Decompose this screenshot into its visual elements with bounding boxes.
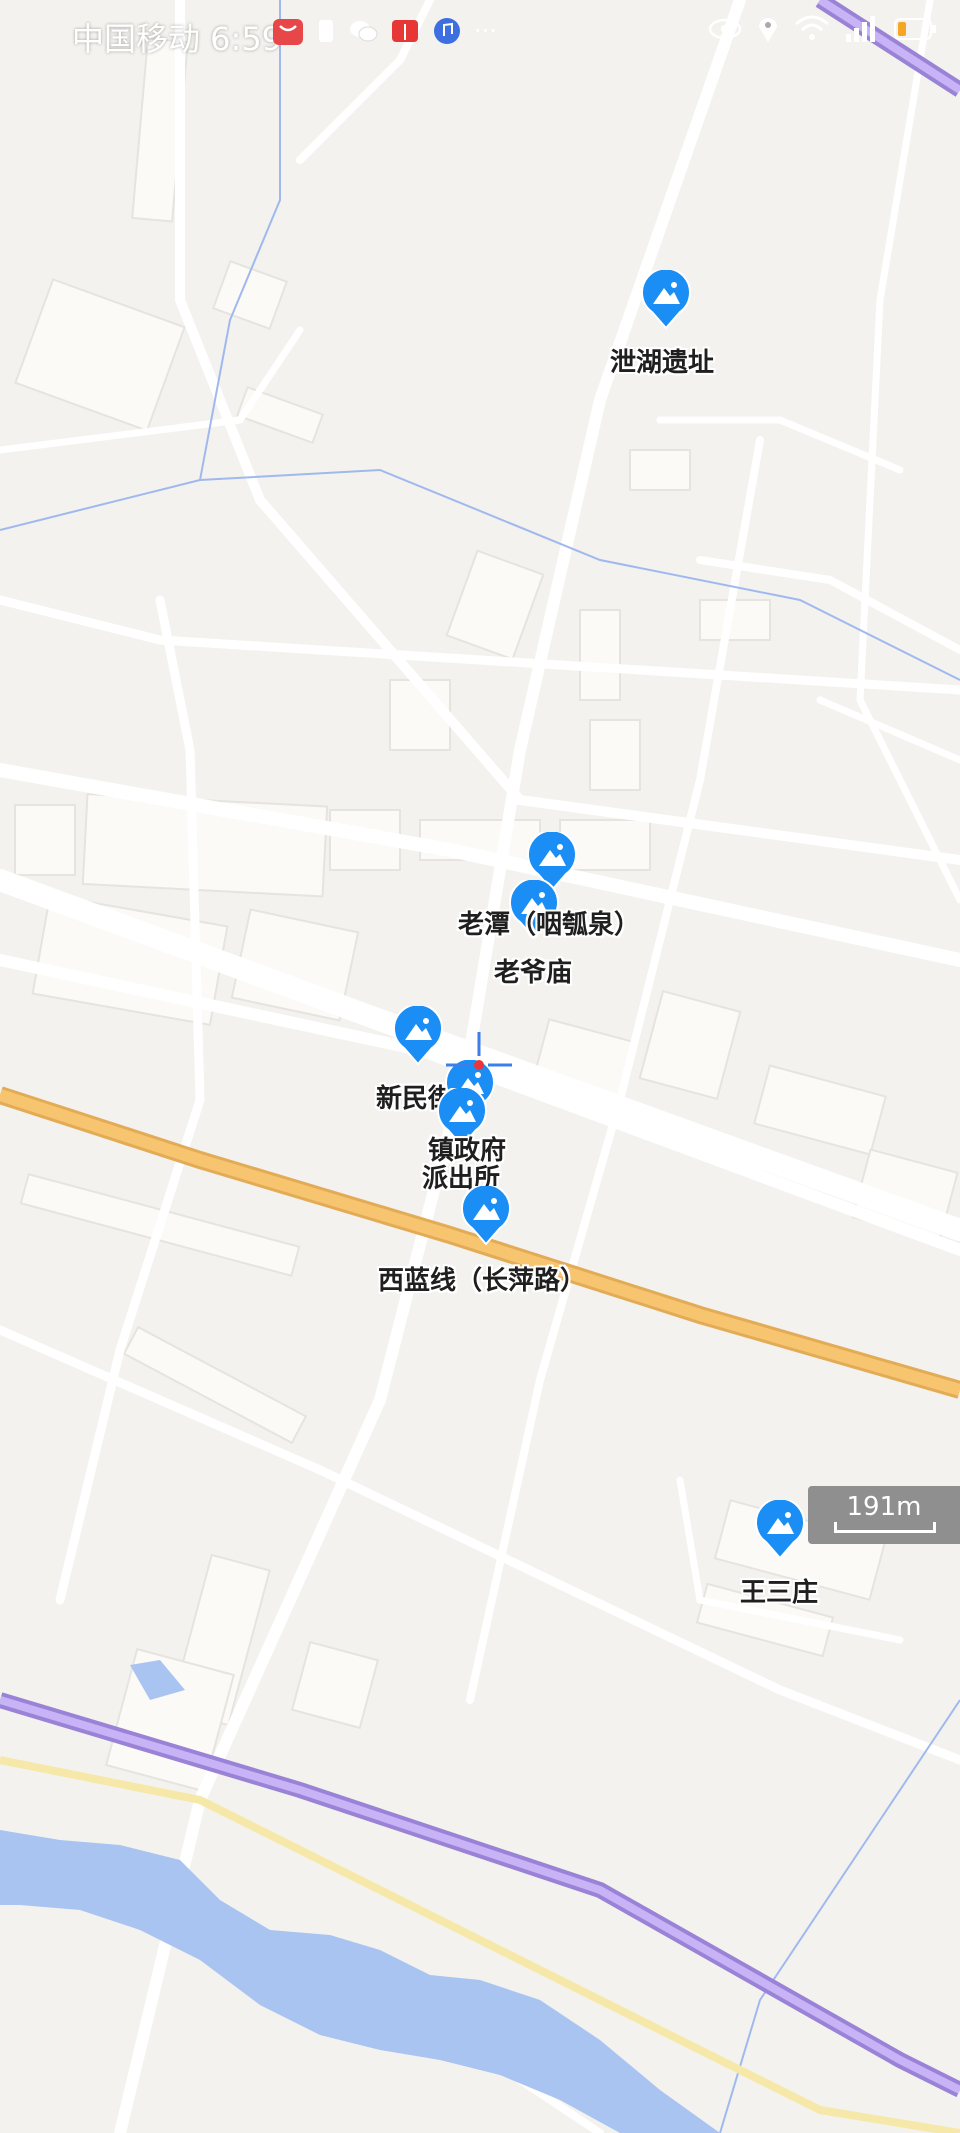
music-app-icon [434, 18, 460, 44]
eye-comfort-icon [708, 18, 742, 40]
poi-label: 泄湖遗址 [610, 348, 715, 378]
scenic-pin-icon [461, 1186, 511, 1246]
poi-label: 西蓝线（长萍路） [378, 1266, 587, 1296]
poi-label-laoyemiao[interactable]: 老爷庙 [494, 952, 572, 989]
notification-icons: ··· [272, 16, 497, 46]
shopping-app-icon [273, 19, 303, 45]
map-viewport[interactable]: 中国移动 6:59 ··· 泄湖遗址 老潭（咽瓠泉） 老爷庙 新民街 镇政府 派… [0, 0, 960, 2133]
battery-icon [894, 18, 936, 40]
wifi-icon [795, 15, 829, 40]
system-icons [708, 14, 938, 44]
carrier-time: 中国移动 6:59 [72, 20, 283, 58]
book-app-icon [392, 20, 418, 42]
more-notifications: ··· [474, 17, 497, 45]
sim-icon [319, 20, 333, 42]
scenic-pin-icon [393, 1006, 443, 1066]
wechat-icon [350, 21, 378, 42]
signal-icon [846, 16, 875, 42]
center-crosshair-icon [446, 1032, 512, 1070]
location-icon [759, 17, 777, 42]
status-bar: 中国移动 6:59 ··· [0, 0, 960, 64]
scale-indicator: 191m [808, 1486, 960, 1544]
scenic-pin-icon [755, 1500, 805, 1560]
poi-label: 王三庄 [740, 1578, 819, 1608]
scenic-pin-icon [641, 270, 691, 330]
scale-label: 191m [846, 1492, 922, 1522]
poi-label-laotan[interactable]: 老潭（咽瓠泉） [458, 904, 640, 941]
scale-bar [834, 1522, 936, 1533]
